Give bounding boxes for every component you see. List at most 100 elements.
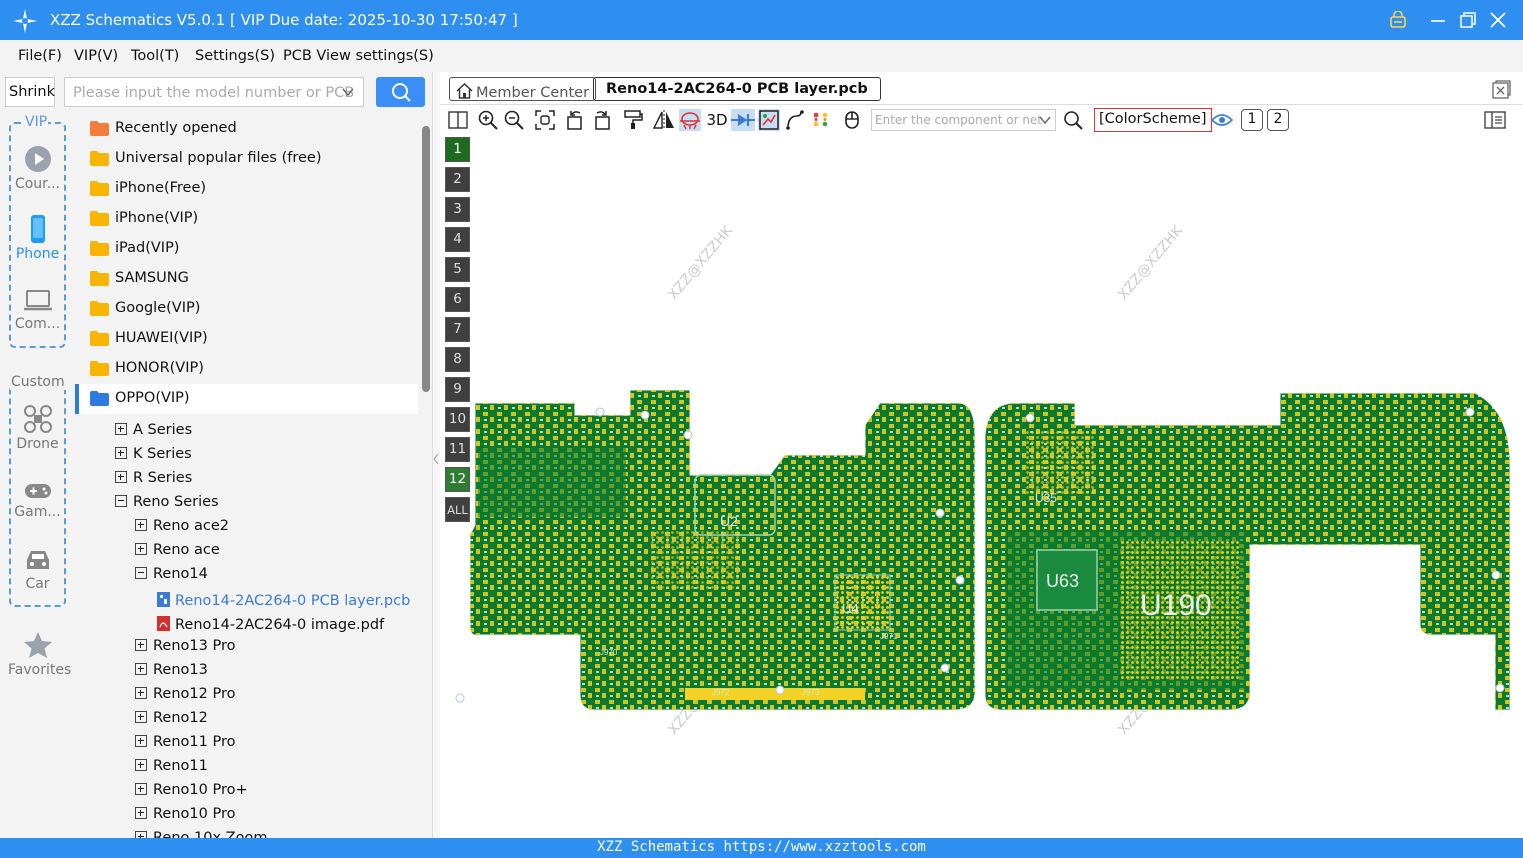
- tree-node-model[interactable]: Reno12 Pro: [135, 686, 235, 710]
- zoom-in-button[interactable]: [477, 109, 499, 131]
- rail-item-drone[interactable]: Drone: [9, 404, 66, 452]
- layer-button[interactable]: 3: [445, 197, 470, 222]
- expand-icon[interactable]: [115, 423, 127, 435]
- expand-icon[interactable]: [135, 759, 147, 771]
- chevron-down-icon[interactable]: [1039, 115, 1051, 125]
- pcb-board[interactable]: U63 U190 U35 U2 U4 J972 J973 J971 J970: [440, 135, 1523, 838]
- chip-label[interactable]: U190: [1140, 589, 1212, 622]
- measure-button[interactable]: [784, 109, 806, 131]
- tree-node-model[interactable]: Reno11: [135, 758, 208, 782]
- layer-button[interactable]: 5: [445, 257, 470, 282]
- expand-icon[interactable]: [135, 783, 147, 795]
- folder-row[interactable]: Recently opened: [75, 114, 418, 144]
- tree-node-model[interactable]: Reno 10x Zoom: [135, 830, 267, 838]
- layer-button[interactable]: 12: [445, 467, 470, 492]
- tree-node-model[interactable]: Reno13 Pro: [135, 638, 235, 662]
- pins-view-button[interactable]: [810, 109, 832, 131]
- tree-node-model[interactable]: Reno14: [135, 566, 208, 590]
- rail-item-favorites[interactable]: Favorites: [8, 630, 71, 678]
- chevron-down-icon[interactable]: [341, 86, 355, 98]
- expand-icon[interactable]: [135, 543, 147, 555]
- tab-active-file[interactable]: Reno14-2AC264-0 PCB layer.pcb: [593, 77, 881, 101]
- component-search-button[interactable]: [1062, 109, 1084, 131]
- tree-node-file[interactable]: Reno14-2AC264-0 PCB layer.pcb: [157, 590, 410, 614]
- rail-item-car[interactable]: Car: [9, 546, 66, 592]
- expand-icon[interactable]: [115, 471, 127, 483]
- tree-node-model[interactable]: Reno ace2: [135, 518, 229, 542]
- minimize-button[interactable]: [1426, 8, 1450, 32]
- rail-item-courses[interactable]: Cour...: [9, 144, 66, 192]
- close-all-tabs-icon[interactable]: [1492, 80, 1511, 99]
- expand-icon[interactable]: [135, 831, 147, 838]
- tree-node-series[interactable]: Reno Series: [115, 494, 219, 518]
- visibility-button[interactable]: [1211, 109, 1233, 131]
- format-painter-button[interactable]: [622, 109, 644, 131]
- folder-row[interactable]: HONOR(VIP): [75, 354, 418, 384]
- layer-button[interactable]: 6: [445, 287, 470, 312]
- 3d-view-button[interactable]: 3D: [705, 109, 729, 131]
- menu-tool[interactable]: Tool(T): [131, 48, 179, 64]
- rail-item-phone[interactable]: Phone: [9, 214, 66, 262]
- folder-row[interactable]: Universal popular files (free): [75, 144, 418, 174]
- rotate-left-button[interactable]: [564, 109, 586, 131]
- collapse-arrow-icon[interactable]: [432, 452, 440, 466]
- chip-label[interactable]: U63: [1046, 571, 1079, 591]
- folder-row[interactable]: iPhone(Free): [75, 174, 418, 204]
- tree-node-series[interactable]: A Series: [115, 422, 192, 446]
- tree-scrollbar[interactable]: [420, 114, 432, 838]
- collapse-icon[interactable]: [135, 567, 147, 579]
- collapse-icon[interactable]: [115, 495, 127, 507]
- mirror-button[interactable]: [653, 109, 675, 131]
- zoom-out-button[interactable]: [503, 109, 525, 131]
- tree-node-model[interactable]: Reno ace: [135, 542, 220, 566]
- tree-node-model[interactable]: Reno12: [135, 710, 208, 734]
- tab-member-center[interactable]: Member Center: [449, 77, 597, 101]
- expand-icon[interactable]: [135, 663, 147, 675]
- expand-icon[interactable]: [135, 807, 147, 819]
- folder-row[interactable]: HUAWEI(VIP): [75, 324, 418, 354]
- folder-row[interactable]: SAMSUNG: [75, 264, 418, 294]
- chip-label[interactable]: U4: [842, 601, 859, 616]
- close-button[interactable]: [1486, 8, 1510, 32]
- expand-icon[interactable]: [135, 735, 147, 747]
- expand-icon[interactable]: [115, 447, 127, 459]
- layer-button[interactable]: 10: [445, 407, 470, 432]
- rail-item-game[interactable]: Gam...: [9, 480, 66, 520]
- expand-icon[interactable]: [135, 687, 147, 699]
- layer-button[interactable]: 11: [445, 437, 470, 462]
- split-view-button[interactable]: [447, 109, 469, 131]
- component-net-search-input[interactable]: Enter the component or net: [871, 109, 1056, 131]
- scrollbar-thumb[interactable]: [422, 126, 430, 392]
- tree-node-model[interactable]: Reno10 Pro: [135, 806, 235, 830]
- net-highlight-button[interactable]: [679, 109, 701, 131]
- folder-row[interactable]: iPhone(VIP): [75, 204, 418, 234]
- chip-label[interactable]: U2: [720, 513, 738, 529]
- layer-button[interactable]: 7: [445, 317, 470, 342]
- diode-mode-button[interactable]: [731, 109, 755, 131]
- search-button[interactable]: [376, 77, 425, 107]
- menu-settings[interactable]: Settings(S): [195, 48, 275, 64]
- connector-label[interactable]: J972: [712, 688, 730, 697]
- menu-vip[interactable]: VIP(V): [74, 48, 118, 64]
- connector-label[interactable]: J970: [600, 648, 618, 657]
- view-2-button[interactable]: 2: [1267, 109, 1289, 131]
- view-1-button[interactable]: 1: [1241, 109, 1263, 131]
- panel-splitter[interactable]: [432, 72, 440, 838]
- fit-view-button[interactable]: [534, 109, 556, 131]
- tree-node-model[interactable]: Reno10 Pro+: [135, 782, 248, 806]
- pcb-canvas[interactable]: XZZ@XZZHK XZZ@XZZHK XZZ@XZZHK XZZ@XZZHK: [440, 135, 1523, 838]
- menu-file[interactable]: File(F): [18, 48, 62, 64]
- layer-button[interactable]: 2: [445, 167, 470, 192]
- expand-icon[interactable]: [135, 711, 147, 723]
- layer-button[interactable]: 8: [445, 347, 470, 372]
- rail-item-computer[interactable]: Com...: [9, 286, 66, 332]
- side-panel-toggle-button[interactable]: [1484, 109, 1506, 131]
- layer-button[interactable]: ALL: [445, 497, 470, 522]
- expand-icon[interactable]: [135, 639, 147, 651]
- mouse-mode-button[interactable]: [841, 109, 863, 131]
- connector-label[interactable]: J971: [880, 632, 898, 641]
- expand-icon[interactable]: [135, 519, 147, 531]
- menu-pcb-view-settings[interactable]: PCB View settings(S): [283, 48, 434, 64]
- chip-label[interactable]: U35: [1035, 491, 1057, 505]
- model-search-input[interactable]: Please input the model number or PCB: [64, 77, 364, 107]
